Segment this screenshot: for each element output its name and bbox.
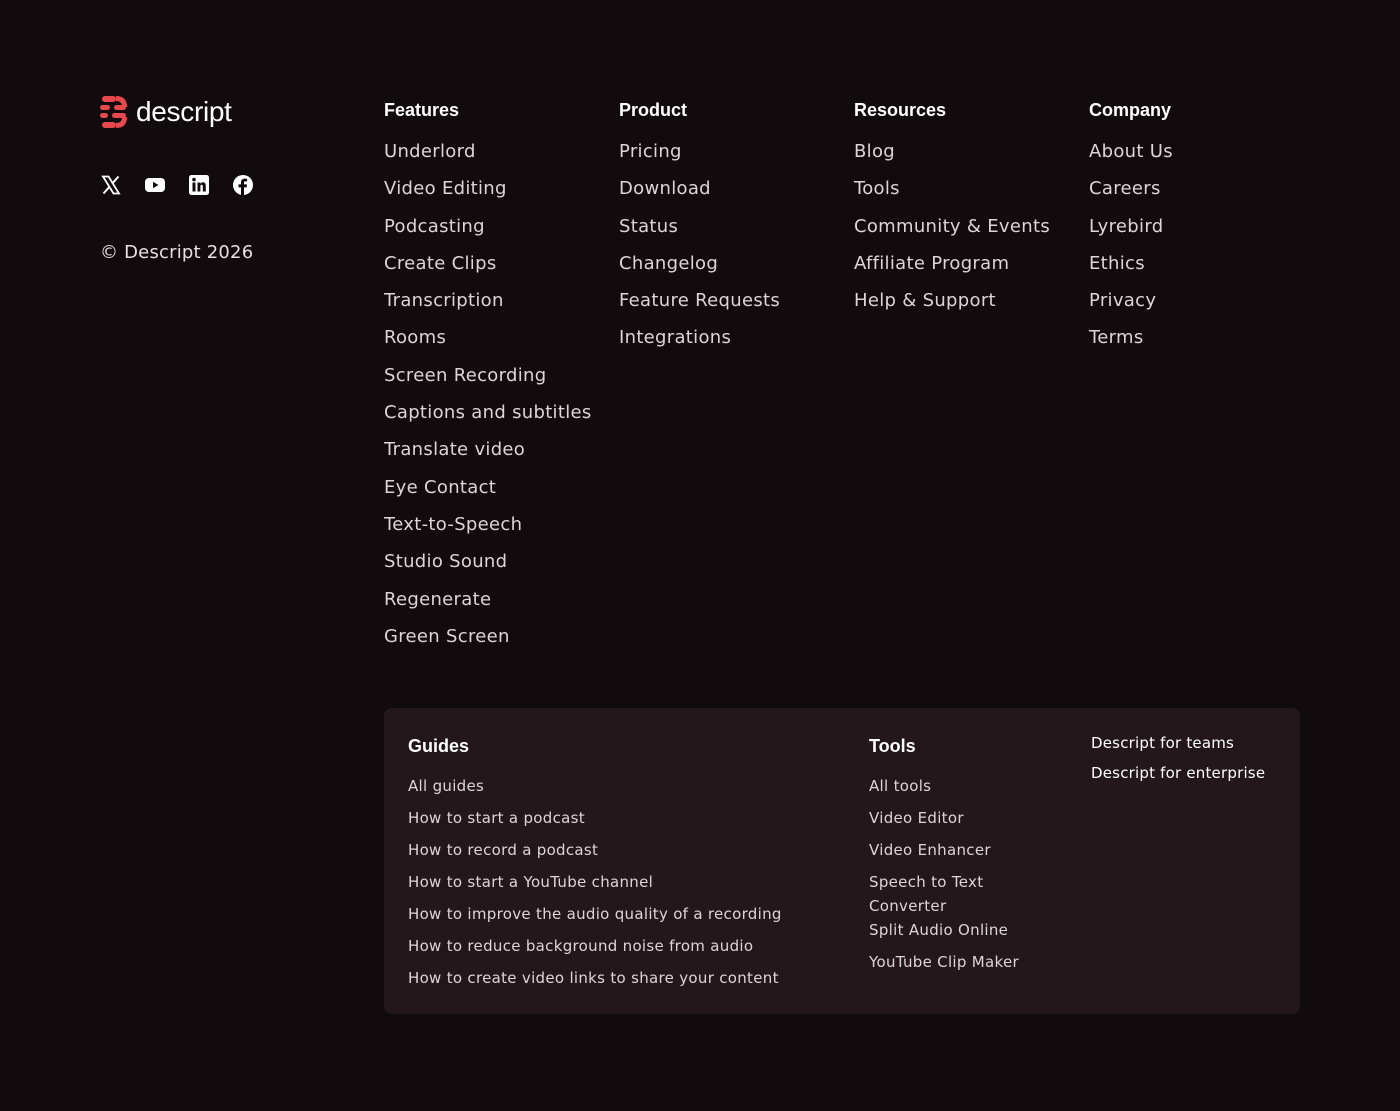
- guide-link-improve-audio-quality[interactable]: How to improve the audio quality of a re…: [408, 905, 782, 923]
- footer-link-terms[interactable]: Terms: [1089, 327, 1144, 348]
- footer-link-pricing[interactable]: Pricing: [619, 141, 682, 162]
- footer-link-translate-video[interactable]: Translate video: [384, 439, 525, 460]
- footer-link-podcasting[interactable]: Podcasting: [384, 216, 485, 237]
- tool-link-speech-to-text[interactable]: Speech to Text Converter: [869, 870, 1029, 918]
- features-heading: Features: [384, 100, 460, 120]
- social-links: [100, 174, 340, 196]
- guides-column: Guides All guides How to start a podcast…: [408, 734, 782, 998]
- footer-link-text-to-speech[interactable]: Text-to-Speech: [384, 514, 522, 535]
- footer-link-privacy[interactable]: Privacy: [1089, 290, 1156, 311]
- guide-link-start-podcast[interactable]: How to start a podcast: [408, 809, 585, 827]
- footer-link-underlord[interactable]: Underlord: [384, 141, 476, 162]
- company-heading: Company: [1089, 100, 1172, 120]
- footer-link-studio-sound[interactable]: Studio Sound: [384, 551, 507, 572]
- footer-link-about-us[interactable]: About Us: [1089, 141, 1173, 162]
- footer-link-create-clips[interactable]: Create Clips: [384, 253, 497, 274]
- footer-link-download[interactable]: Download: [619, 178, 711, 199]
- tool-link-video-enhancer[interactable]: Video Enhancer: [869, 838, 991, 862]
- product-column: Product Pricing Download Status Changelo…: [619, 98, 780, 362]
- footer-link-integrations[interactable]: Integrations: [619, 327, 731, 348]
- tools-column: Tools All tools Video Editor Video Enhan…: [869, 734, 1029, 982]
- footer-link-ethics[interactable]: Ethics: [1089, 253, 1145, 274]
- youtube-link[interactable]: [144, 174, 166, 196]
- linkedin-link[interactable]: [188, 174, 210, 196]
- brand-block: descript © Descript 2026: [100, 94, 340, 263]
- footer-link-help-support[interactable]: Help & Support: [854, 290, 996, 311]
- tool-link-video-editor[interactable]: Video Editor: [869, 806, 964, 830]
- tool-link-all-tools[interactable]: All tools: [869, 774, 931, 798]
- tool-link-split-audio[interactable]: Split Audio Online: [869, 918, 1008, 942]
- logo[interactable]: descript: [100, 94, 340, 130]
- footer-link-careers[interactable]: Careers: [1089, 178, 1161, 199]
- features-column: Features Underlord Video Editing Podcast…: [384, 98, 592, 660]
- footer-link-community-events[interactable]: Community & Events: [854, 216, 1050, 237]
- descript-for-teams-link[interactable]: Descript for teams: [1091, 732, 1265, 762]
- footer-link-eye-contact[interactable]: Eye Contact: [384, 477, 496, 498]
- product-heading: Product: [619, 100, 688, 120]
- guide-link-start-youtube-channel[interactable]: How to start a YouTube channel: [408, 873, 653, 891]
- site-footer: descript © Descript 2026 Features Underl…: [0, 0, 1400, 1111]
- resources-column: Resources Blog Tools Community & Events …: [854, 98, 1050, 324]
- copyright-text: © Descript 2026: [100, 242, 254, 263]
- footer-link-video-editing[interactable]: Video Editing: [384, 178, 507, 199]
- footer-link-green-screen[interactable]: Green Screen: [384, 626, 510, 647]
- footer-link-tools[interactable]: Tools: [854, 178, 900, 199]
- footer-link-regenerate[interactable]: Regenerate: [384, 589, 491, 610]
- footer-link-captions[interactable]: Captions and subtitles: [384, 402, 592, 423]
- youtube-icon: [145, 178, 165, 192]
- footer-link-affiliate-program[interactable]: Affiliate Program: [854, 253, 1009, 274]
- footer-link-lyrebird[interactable]: Lyrebird: [1089, 216, 1163, 237]
- company-column: Company About Us Careers Lyrebird Ethics…: [1089, 98, 1173, 362]
- facebook-icon: [233, 175, 253, 195]
- guide-link-record-podcast[interactable]: How to record a podcast: [408, 841, 598, 859]
- logo-wordmark: descript: [136, 96, 232, 127]
- resources-heading: Resources: [854, 100, 947, 120]
- guide-link-create-video-links[interactable]: How to create video links to share your …: [408, 969, 779, 987]
- tool-link-youtube-clip-maker[interactable]: YouTube Clip Maker: [869, 950, 1019, 974]
- guide-link-all-guides[interactable]: All guides: [408, 777, 484, 795]
- x-twitter-icon: [101, 175, 121, 195]
- descript-for-enterprise-link[interactable]: Descript for enterprise: [1091, 762, 1265, 792]
- descript-logo-icon: [100, 96, 127, 128]
- guide-link-reduce-background-noise[interactable]: How to reduce background noise from audi…: [408, 937, 753, 955]
- tools-heading: Tools: [869, 736, 916, 756]
- footer-link-rooms[interactable]: Rooms: [384, 327, 446, 348]
- footer-link-feature-requests[interactable]: Feature Requests: [619, 290, 780, 311]
- footer-link-status[interactable]: Status: [619, 216, 678, 237]
- facebook-link[interactable]: [232, 174, 254, 196]
- footer-link-transcription[interactable]: Transcription: [384, 290, 504, 311]
- x-twitter-link[interactable]: [100, 174, 122, 196]
- linkedin-icon: [189, 175, 209, 195]
- guides-heading: Guides: [408, 736, 470, 756]
- guides-tools-panel: Guides All guides How to start a podcast…: [384, 708, 1300, 1014]
- plan-links: Descript for teams Descript for enterpri…: [1091, 732, 1265, 792]
- footer-link-blog[interactable]: Blog: [854, 141, 895, 162]
- footer-link-screen-recording[interactable]: Screen Recording: [384, 365, 546, 386]
- footer-link-changelog[interactable]: Changelog: [619, 253, 718, 274]
